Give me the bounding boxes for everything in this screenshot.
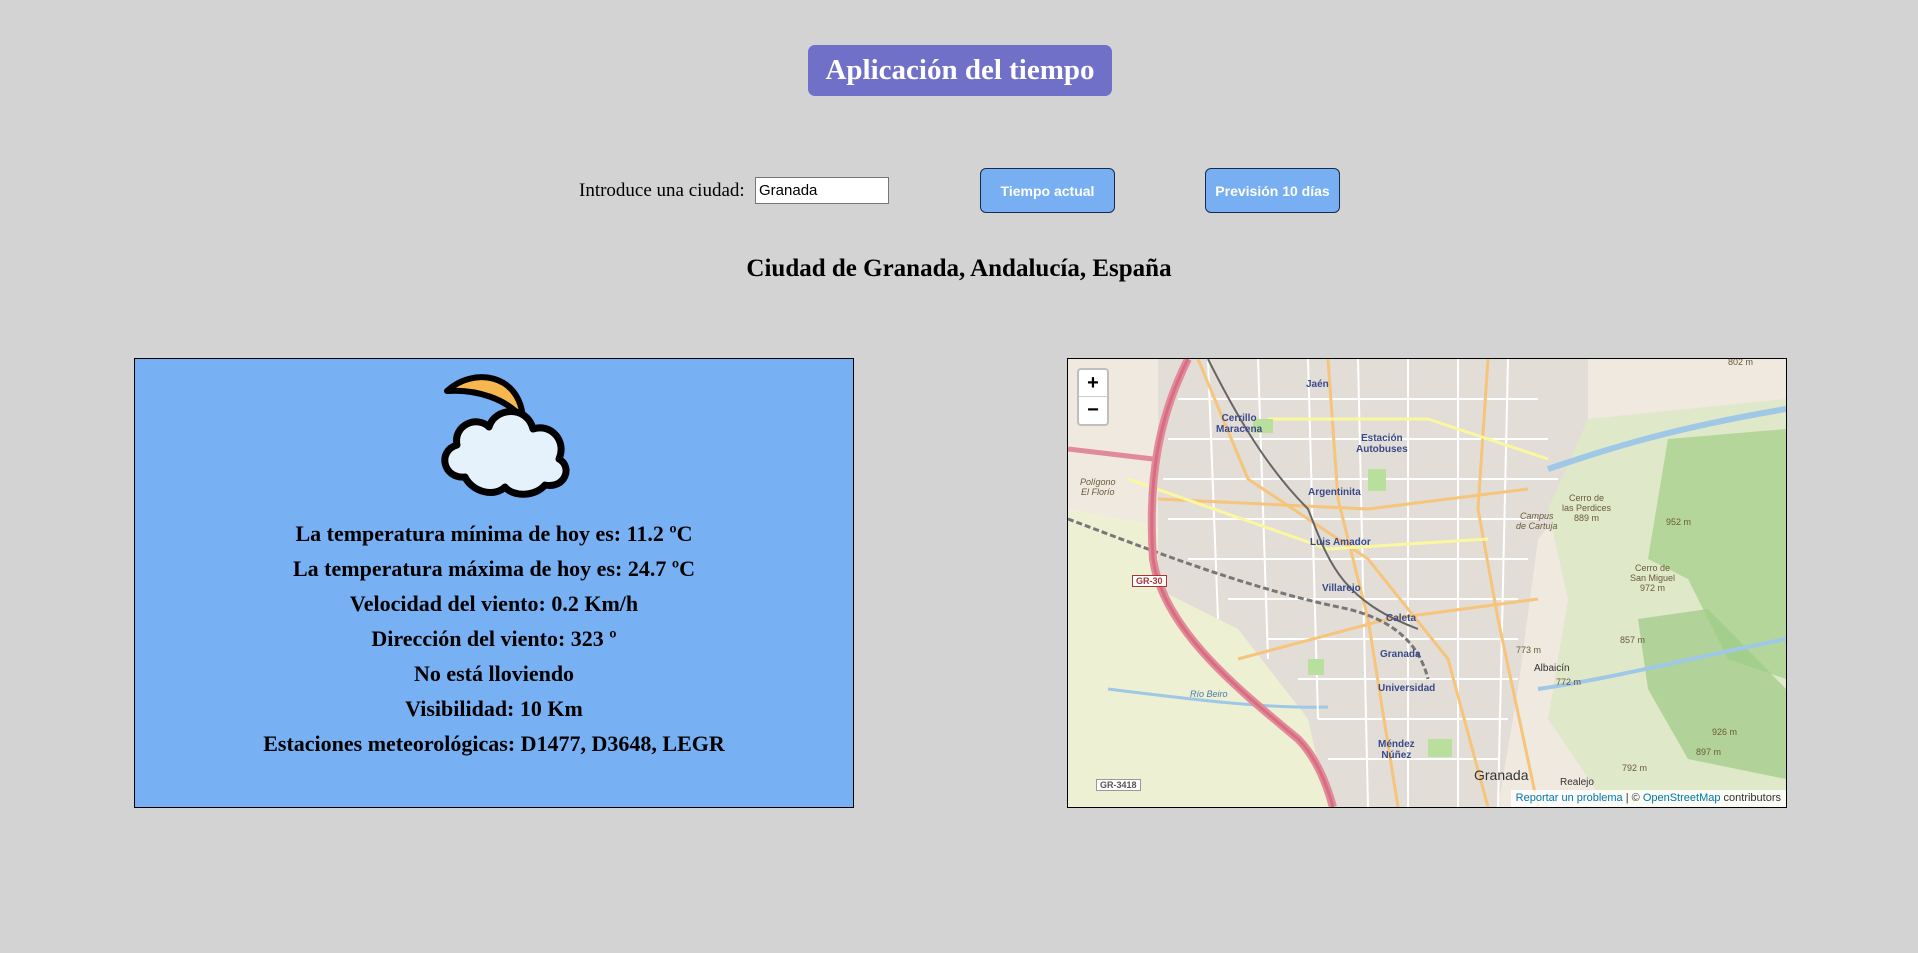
map-label-802m: 802 m xyxy=(1728,358,1754,367)
wind-direction: Dirección del viento: 323 º xyxy=(371,626,617,651)
forecast-10-days-button[interactable]: Previsión 10 días xyxy=(1205,168,1340,213)
min-temperature: La temperatura mínima de hoy es: 11.2 ºC xyxy=(295,521,693,546)
map-label-estacion: Estación Autobuses xyxy=(1356,433,1408,455)
map-label-argentinita: Argentinita xyxy=(1308,487,1361,498)
map-label-857m: 857 m xyxy=(1620,635,1646,645)
search-row: Introduce una ciudad: Tiempo actual Prev… xyxy=(0,166,1918,214)
map-label-rio-beiro: Río Beiro xyxy=(1190,689,1228,699)
zoom-control: + − xyxy=(1077,368,1109,426)
city-label: Introduce una ciudad: xyxy=(579,180,745,201)
app-title: Aplicación del tiempo xyxy=(808,45,1112,96)
map-label-luis-amador: Luis Amador xyxy=(1310,537,1371,548)
map-label-campus: Campus de Cartuja xyxy=(1516,511,1558,531)
map-label-952m: 952 m xyxy=(1666,517,1692,527)
map-label-granada-small: Granada xyxy=(1380,649,1421,660)
map-attribution: Reportar un problema | © OpenStreetMap c… xyxy=(1510,790,1786,807)
visibility: Visibilidad: 10 Km xyxy=(405,696,583,721)
weather-stations: Estaciones meteorológicas: D1477, D3648,… xyxy=(263,731,725,756)
moon-cloud-icon xyxy=(441,374,570,498)
map-label-mendez: Méndez Núñez xyxy=(1378,739,1415,761)
map-tiles[interactable] xyxy=(1068,359,1786,807)
location-heading: Ciudad de Granada, Andalucía, España xyxy=(746,255,1172,282)
attribution-separator: | © xyxy=(1622,792,1643,804)
map-label-cerro-miguel: Cerro de San Miguel 972 m xyxy=(1630,563,1676,593)
attribution-contributors: contributors xyxy=(1720,792,1781,804)
weather-panel: La temperatura mínima de hoy es: 11.2 ºC… xyxy=(134,358,854,808)
map-label-773m: 773 m xyxy=(1516,645,1542,655)
map-label-granada: Granada xyxy=(1474,767,1529,783)
map-label-universidad: Universidad xyxy=(1378,683,1436,694)
city-input[interactable] xyxy=(755,177,889,204)
map-label-caleta: Caleta xyxy=(1386,613,1417,624)
max-temperature: La temperatura máxima de hoy es: 24.7 ºC xyxy=(293,556,695,581)
current-weather-button[interactable]: Tiempo actual xyxy=(980,168,1115,213)
map-label-cerro-perdices: Cerro de las Perdices 889 m xyxy=(1562,493,1612,523)
map-label-poligono: Polígono El Florío xyxy=(1080,477,1116,497)
map-label-gr3418: GR-3418 xyxy=(1096,779,1141,791)
map-label-897m: 897 m xyxy=(1696,747,1722,757)
map-label-albaicin: Albaicín xyxy=(1534,663,1570,674)
map-label-realejo: Realejo xyxy=(1560,777,1594,788)
weather-details: La temperatura mínima de hoy es: 11.2 ºC… xyxy=(135,516,853,761)
rain-status: No está lloviendo xyxy=(413,661,575,686)
openstreetmap-link[interactable]: OpenStreetMap xyxy=(1643,792,1721,804)
map-label-gr30: GR-30 xyxy=(1132,575,1167,587)
wind-speed: Velocidad del viento: 0.2 Km/h xyxy=(349,591,639,616)
zoom-in-button[interactable]: + xyxy=(1079,370,1107,397)
map-label-772m: 772 m xyxy=(1556,677,1582,687)
map-label-cerrillo: Cerrillo Maracena xyxy=(1216,413,1263,435)
map-label-jaen: Jaén xyxy=(1306,379,1329,390)
map-label-792m: 792 m xyxy=(1622,763,1648,773)
report-problem-link[interactable]: Reportar un problema xyxy=(1516,792,1623,804)
map[interactable]: Jaén Cerrillo Maracena Estación Autobuse… xyxy=(1067,358,1787,808)
map-label-926m: 926 m xyxy=(1712,727,1738,737)
map-label-villarejo: Villarejo xyxy=(1322,583,1361,594)
zoom-out-button[interactable]: − xyxy=(1079,397,1107,423)
